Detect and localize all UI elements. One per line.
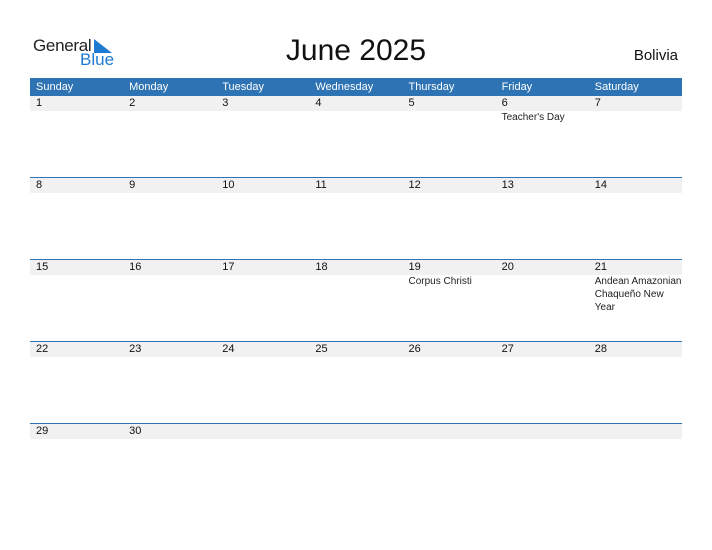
day-cell: 27 bbox=[496, 342, 589, 357]
day-number: 25 bbox=[315, 343, 328, 355]
day-cell: 25 bbox=[309, 342, 402, 357]
day-number: 15 bbox=[36, 261, 49, 273]
weekday-header: Sunday Monday Tuesday Wednesday Thursday… bbox=[30, 78, 682, 96]
week-days: 8 9 10 11 12 13 14 bbox=[30, 178, 682, 193]
day-cell: 4 bbox=[309, 96, 402, 124]
week-row: 29 30 bbox=[30, 423, 682, 505]
weekday-thursday: Thursday bbox=[408, 81, 455, 93]
day-cell bbox=[403, 424, 496, 439]
day-number: 18 bbox=[315, 261, 328, 273]
day-number: 1 bbox=[36, 97, 43, 109]
page-title: June 2025 bbox=[285, 34, 427, 67]
day-number: 2 bbox=[129, 97, 136, 109]
weekday-saturday: Saturday bbox=[594, 81, 639, 93]
day-number bbox=[222, 424, 309, 439]
day-cell: 9 bbox=[123, 178, 216, 193]
day-number: 11 bbox=[315, 179, 327, 191]
weekday-wednesday: Wednesday bbox=[315, 81, 374, 93]
day-cell: 18 bbox=[309, 260, 402, 314]
day-cell bbox=[216, 424, 309, 439]
day-number: 14 bbox=[594, 179, 607, 191]
day-number: 8 bbox=[36, 179, 43, 191]
day-number: 9 bbox=[129, 179, 136, 191]
week-days: 29 30 bbox=[30, 424, 682, 439]
day-number: 19 bbox=[408, 261, 421, 273]
day-cell: 10 bbox=[216, 178, 309, 193]
day-cell: 1 bbox=[30, 96, 123, 124]
day-cell bbox=[496, 424, 589, 439]
week-days: 1 2 3 4 5 6 Teacher's Day 7 bbox=[30, 96, 682, 124]
day-cell: 3 bbox=[216, 96, 309, 124]
week-row: 1 2 3 4 5 6 Teacher's Day 7 bbox=[30, 96, 682, 177]
day-cell: 15 bbox=[30, 260, 123, 314]
week-row: 22 23 24 25 26 27 28 bbox=[30, 341, 682, 423]
week-row: 15 16 17 18 19 Corpus Christi 20 21 Andean Amazo… bbox=[30, 259, 682, 341]
day-cell bbox=[309, 424, 402, 439]
day-cell: 29 bbox=[30, 424, 123, 439]
day-number: 4 bbox=[315, 97, 322, 109]
holiday-label: Andean Amazonian Chaqueño New Year bbox=[594, 276, 682, 313]
day-number: 7 bbox=[594, 97, 601, 109]
day-cell: 17 bbox=[216, 260, 309, 314]
day-cell: 8 bbox=[30, 178, 123, 193]
holiday-label: Corpus Christi bbox=[408, 276, 472, 287]
day-number: 30 bbox=[129, 425, 142, 437]
day-number: 6 bbox=[501, 97, 508, 109]
day-cell: 19 Corpus Christi bbox=[403, 260, 496, 314]
weekday-tuesday: Tuesday bbox=[222, 81, 265, 93]
day-cell: 21 Andean Amazonian Chaqueño New Year bbox=[589, 260, 682, 314]
calendar: Sunday Monday Tuesday Wednesday Thursday… bbox=[30, 78, 682, 505]
week-days: 15 16 17 18 19 Corpus Christi 20 21 Andean Amazo… bbox=[30, 260, 682, 314]
day-cell: 14 bbox=[589, 178, 682, 193]
day-number: 29 bbox=[36, 425, 49, 437]
day-cell: 7 bbox=[589, 96, 682, 124]
week-row: 8 9 10 11 12 13 14 bbox=[30, 177, 682, 259]
week-days: 22 23 24 25 26 27 28 bbox=[30, 342, 682, 357]
day-cell: 13 bbox=[496, 178, 589, 193]
weekday-friday: Friday bbox=[501, 81, 533, 93]
country-label: Bolivia bbox=[633, 47, 678, 64]
day-number: 12 bbox=[408, 179, 421, 191]
day-cell: 6 Teacher's Day bbox=[496, 96, 589, 124]
day-cell: 11 bbox=[309, 178, 402, 193]
day-number bbox=[595, 424, 682, 439]
day-cell: 28 bbox=[589, 342, 682, 357]
day-number: 24 bbox=[222, 343, 235, 355]
day-cell: 16 bbox=[123, 260, 216, 314]
day-number: 23 bbox=[129, 343, 142, 355]
day-number: 16 bbox=[129, 261, 142, 273]
day-number: 26 bbox=[408, 343, 421, 355]
day-number bbox=[502, 424, 589, 439]
day-cell: 30 bbox=[123, 424, 216, 439]
day-number: 10 bbox=[222, 179, 235, 191]
day-number: 21 bbox=[594, 261, 607, 273]
day-number: 3 bbox=[222, 97, 229, 109]
day-cell: 2 bbox=[123, 96, 216, 124]
day-cell: 24 bbox=[216, 342, 309, 357]
day-cell: 12 bbox=[403, 178, 496, 193]
day-number: 28 bbox=[594, 343, 607, 355]
day-cell: 26 bbox=[403, 342, 496, 357]
day-cell: 20 bbox=[496, 260, 589, 314]
day-number: 5 bbox=[408, 97, 415, 109]
day-number: 13 bbox=[501, 179, 514, 191]
day-number: 22 bbox=[36, 343, 49, 355]
holiday-label: Teacher's Day bbox=[501, 112, 565, 123]
day-number bbox=[315, 424, 402, 439]
day-cell: 23 bbox=[123, 342, 216, 357]
day-number: 27 bbox=[501, 343, 514, 355]
day-cell: 5 bbox=[403, 96, 496, 124]
day-cell: 22 bbox=[30, 342, 123, 357]
weekday-monday: Monday bbox=[129, 81, 169, 93]
day-number bbox=[409, 424, 496, 439]
day-number: 17 bbox=[222, 261, 235, 273]
weekday-sunday: Sunday bbox=[36, 81, 74, 93]
day-cell bbox=[589, 424, 682, 439]
day-number: 20 bbox=[501, 261, 514, 273]
